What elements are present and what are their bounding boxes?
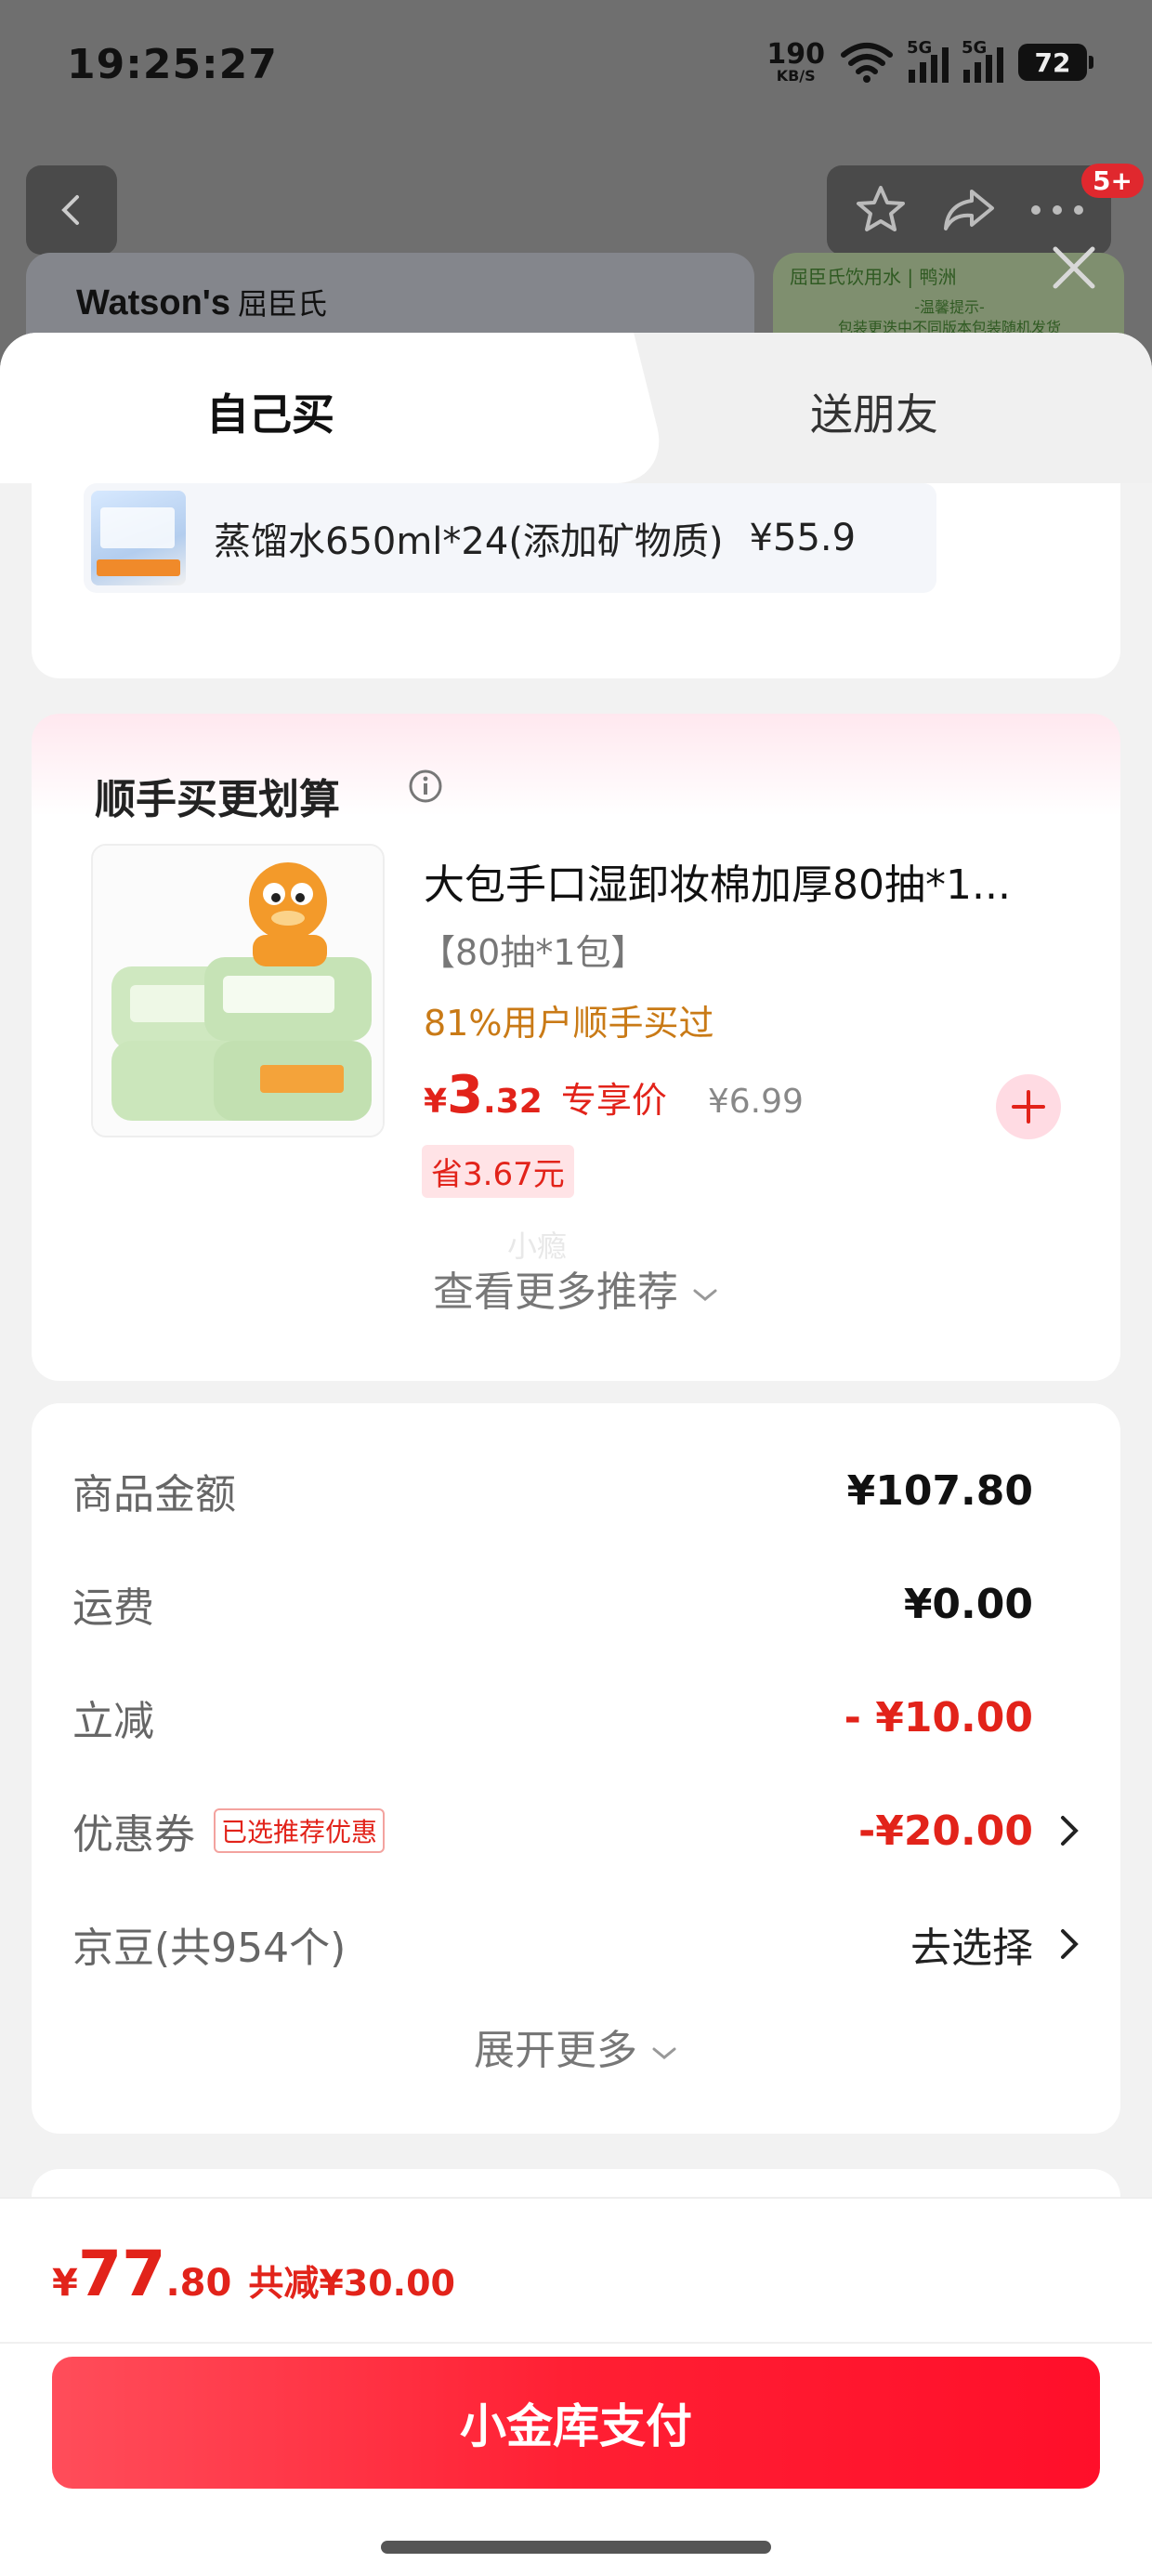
row-value: 去选择 [910, 1925, 1033, 1972]
row-value: - ¥10.00 [844, 1693, 1033, 1741]
cellular-signal-icon: 5G [962, 38, 1003, 83]
summary-row-coupon[interactable]: 优惠券 已选推荐优惠 -¥20.00 [72, 1794, 1079, 1868]
addon-product-image[interactable] [91, 844, 385, 1137]
addon-recommendation-card: 顺手买更划算 大包手口湿卸妆棉加厚80抽*1... 【80抽*1包】 81%用户… [32, 714, 1120, 1381]
message-badge: 5+ [1081, 164, 1144, 198]
selected-product[interactable]: 蒸馏水650ml*24(添加矿物质) ¥55.9 [84, 483, 936, 593]
plus-icon [1012, 1090, 1045, 1124]
chevron-right-icon [1061, 1816, 1079, 1846]
chevron-right-icon [1061, 1929, 1079, 1959]
purchase-tabs: 自己买 送朋友 [0, 333, 1152, 483]
summary-row-jd-beans[interactable]: 京豆(共954个) 去选择 [72, 1907, 1079, 1981]
total-currency: ¥ [52, 2262, 78, 2305]
savings-tag: 省3.67元 [422, 1145, 574, 1198]
store-brand: Watson's [76, 283, 230, 322]
total-decimal: .80 [165, 2262, 232, 2305]
promo-title: 屈臣氏饮用水 | 鸭洲 [790, 266, 957, 288]
product-name: 蒸馏水650ml*24(添加矿物质) [214, 520, 724, 563]
favorite-button[interactable] [848, 177, 913, 243]
status-indicators: 190 KB/S 5G 5G 72 [766, 38, 1093, 84]
share-button[interactable] [936, 177, 1001, 243]
back-button[interactable] [26, 165, 117, 255]
wipes-image [93, 846, 383, 1136]
network-speed: 190 KB/S [766, 41, 825, 84]
price-currency: ¥ [424, 1083, 448, 1121]
total-reduction: 共减¥30.00 [248, 2263, 455, 2304]
exclusive-price-label: 专享价 [560, 1080, 667, 1121]
network-speed-unit: KB/S [776, 67, 816, 85]
background-page: 19:25:27 190 KB/S 5G 5G 72 5+ Watson's 屈… [0, 0, 1152, 390]
total-integer: 77 [77, 2238, 166, 2311]
product-thumbnail [91, 491, 186, 585]
more-recommendations-label: 查看更多推荐 [433, 1268, 678, 1316]
summary-row-shipping: 运费 ¥0.00 [72, 1567, 1033, 1641]
selected-product-card: 蒸馏水650ml*24(添加矿物质) ¥55.9 [32, 483, 1120, 678]
tab-gift-friend[interactable]: 送朋友 [810, 381, 938, 442]
product-price: ¥55.9 [749, 517, 857, 559]
expand-more-link[interactable]: 展开更多 [32, 2017, 1120, 2076]
chevron-down-icon [693, 1289, 717, 1301]
expand-more-label: 展开更多 [474, 2027, 637, 2074]
row-label: 运费 [72, 1584, 154, 1632]
add-to-order-button[interactable] [996, 1074, 1061, 1139]
chevron-left-icon [61, 195, 79, 225]
summary-row-goods-amount: 商品金额 ¥107.80 [72, 1453, 1033, 1528]
divider [0, 2342, 1152, 2344]
wifi-icon [841, 43, 893, 83]
addon-price: ¥ 3 .32 专享价 ¥6.99 [424, 1065, 804, 1125]
row-value: ¥0.00 [903, 1580, 1033, 1628]
home-indicator[interactable] [381, 2541, 771, 2554]
price-integer: 3 [447, 1065, 484, 1125]
row-value: ¥107.80 [846, 1466, 1033, 1515]
addon-social-proof: 81%用户顺手买过 [424, 1003, 714, 1044]
addon-product-name[interactable]: 大包手口湿卸妆棉加厚80抽*1... [424, 851, 1074, 911]
addon-product-spec: 【80抽*1包】 [420, 932, 647, 973]
row-label: 京豆(共954个) [72, 1925, 347, 1972]
info-icon[interactable] [407, 768, 444, 805]
star-icon [856, 186, 905, 231]
row-label: 立减 [72, 1698, 154, 1745]
checkout-footer: ¥ 77 .80 共减¥30.00 小金库支付 [0, 2197, 1152, 2576]
addon-section-title: 顺手买更划算 [95, 776, 340, 823]
price-decimal: .32 [483, 1083, 543, 1121]
store-name-cn: 屈臣氏 [237, 287, 327, 321]
close-icon[interactable] [1046, 240, 1102, 296]
total-amount: ¥ 77 .80 共减¥30.00 [52, 2238, 455, 2311]
cellular-signal-icon: 5G [907, 38, 949, 83]
row-label: 商品金额 [72, 1471, 236, 1518]
chevron-down-icon [652, 2047, 676, 2059]
status-time: 19:25:27 [67, 41, 278, 88]
sim2-label: 5G [962, 38, 988, 58]
store-name: Watson's 屈臣氏 [76, 281, 327, 323]
more-recommendations-link[interactable]: 查看更多推荐 [32, 1258, 1120, 1318]
tab-buy-self[interactable]: 自己买 [206, 381, 334, 442]
original-price: ¥6.99 [707, 1083, 804, 1121]
summary-row-instant-discount: 立减 - ¥10.00 [72, 1680, 1033, 1755]
battery-icon: 72 [1018, 44, 1093, 81]
network-speed-value: 190 [766, 38, 825, 71]
pay-button[interactable]: 小金库支付 [52, 2357, 1100, 2489]
battery-level: 72 [1034, 46, 1071, 78]
more-dots-icon [1031, 205, 1084, 215]
sim1-label: 5G [907, 38, 933, 58]
coupon-selected-tag: 已选推荐优惠 [214, 1808, 386, 1853]
more-button[interactable] [1025, 177, 1090, 243]
row-label: 优惠券 [72, 1811, 195, 1859]
status-bar: 19:25:27 190 KB/S 5G 5G 72 [0, 0, 1152, 139]
share-icon [943, 190, 994, 230]
price-summary-card: 商品金额 ¥107.80 运费 ¥0.00 立减 - ¥10.00 优惠券 已选… [32, 1403, 1120, 2134]
row-value: -¥20.00 [857, 1807, 1033, 1855]
